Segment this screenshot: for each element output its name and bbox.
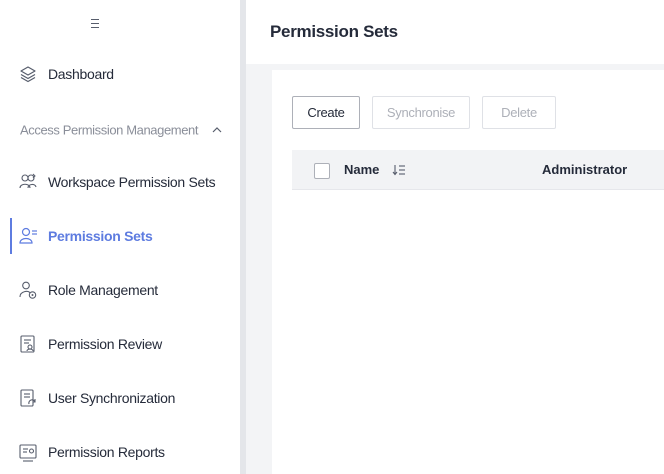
table-header: Name Administrator: [292, 150, 664, 190]
sidebar-item-label: Role Management: [48, 282, 158, 298]
sidebar-item-role-management[interactable]: Role Management: [0, 270, 240, 310]
sidebar-item-label: Permission Sets: [48, 228, 153, 244]
sidebar-group-access-permission-management[interactable]: Access Permission Management: [0, 110, 240, 150]
synchronise-button[interactable]: Synchronise: [372, 96, 470, 129]
app-window: Dashboard Access Permission Management W…: [0, 0, 664, 474]
sidebar-item-label: Permission Review: [48, 336, 162, 352]
create-button[interactable]: Create: [292, 96, 360, 129]
sidebar-item-user-synchronization[interactable]: User Synchronization: [0, 378, 240, 418]
page-title: Permission Sets: [270, 22, 398, 41]
permission-sets-icon: [19, 227, 37, 244]
page-header: Permission Sets: [246, 0, 664, 64]
sidebar-group-label: Access Permission Management: [20, 122, 199, 138]
column-header-name[interactable]: Name: [344, 162, 379, 177]
sidebar-item-permission-review[interactable]: Permission Review: [0, 324, 240, 364]
column-header-administrator: Administrator: [542, 162, 628, 177]
sidebar: Dashboard Access Permission Management W…: [0, 0, 240, 474]
chevron-up-icon: [212, 127, 222, 133]
main-content: Permission Sets Create Synchronise Delet…: [246, 0, 664, 474]
workspace-permission-icon: [19, 173, 37, 189]
layers-icon: [20, 66, 36, 83]
content-panel: Create Synchronise Delete Name Administr…: [272, 70, 664, 474]
sidebar-item-label: Dashboard: [48, 66, 114, 82]
sidebar-item-label: Permission Reports: [48, 444, 165, 460]
sidebar-item-dashboard[interactable]: Dashboard: [0, 54, 240, 94]
sidebar-item-label: Workspace Permission Sets: [48, 174, 216, 190]
sidebar-item-permission-sets[interactable]: Permission Sets: [0, 216, 240, 256]
sidebar-item-permission-reports[interactable]: Permission Reports: [0, 432, 240, 472]
permission-review-icon: [20, 335, 35, 353]
user-sync-icon: [20, 389, 36, 407]
sort-icon[interactable]: [392, 163, 406, 177]
role-management-icon: [19, 281, 37, 299]
menu-toggle-icon[interactable]: [91, 18, 99, 28]
select-all-checkbox[interactable]: [314, 163, 330, 179]
delete-button[interactable]: Delete: [482, 96, 556, 129]
sidebar-item-label: User Synchronization: [48, 390, 176, 406]
permission-reports-icon: [19, 444, 37, 462]
sidebar-item-workspace-permission-sets[interactable]: Workspace Permission Sets: [0, 162, 240, 202]
